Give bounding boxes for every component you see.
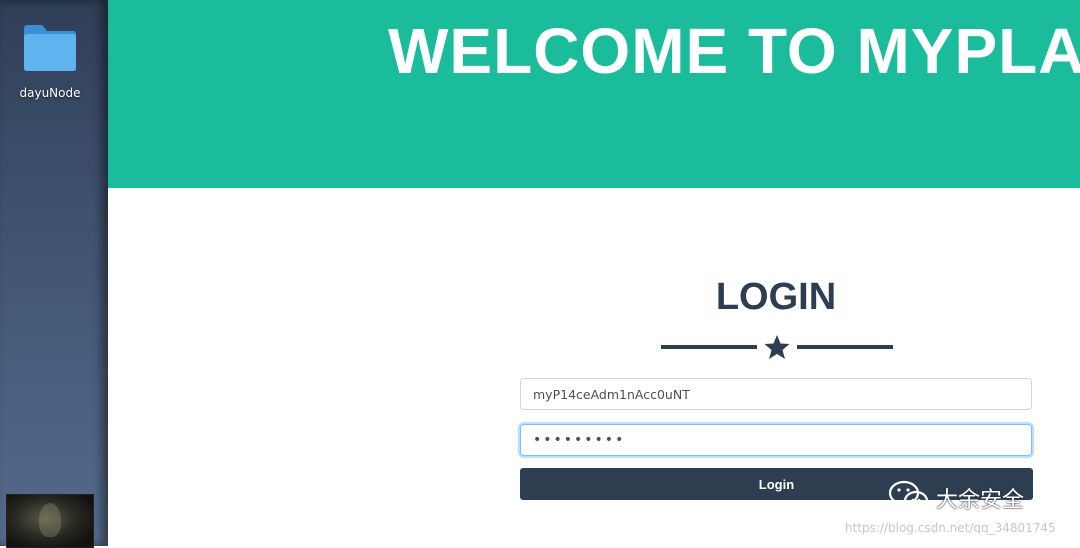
watermark-brand: 大余安全 — [936, 488, 1025, 513]
star-divider — [661, 335, 893, 359]
watermark-url: https://blog.csdn.net/qq_34801745 — [845, 521, 1056, 535]
desktop-icon-label: dayuNode — [19, 86, 81, 100]
taskbar-thumbnail[interactable] — [6, 494, 94, 548]
hero-banner: WELCOME TO MYPLA — [108, 0, 1080, 188]
hero-title: WELCOME TO MYPLA — [388, 15, 1080, 87]
folder-icon — [24, 25, 76, 71]
wechat-icon — [888, 480, 929, 512]
username-input[interactable] — [520, 378, 1032, 410]
desktop-panel: dayuNode — [0, 0, 108, 548]
desktop-icon-dayunode[interactable]: dayuNode — [14, 22, 86, 100]
login-heading: LOGIN — [715, 276, 837, 318]
password-input[interactable] — [520, 424, 1032, 456]
star-icon — [764, 335, 790, 359]
web-page: WELCOME TO MYPLA LOGIN Login — [108, 0, 1080, 546]
